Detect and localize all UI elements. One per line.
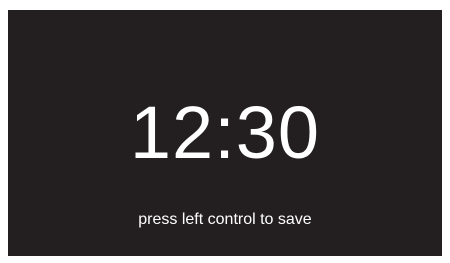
clock-time: 12:30 xyxy=(129,91,321,174)
save-hint: press left control to save xyxy=(138,211,312,228)
display-screen: 12:30 press left control to save xyxy=(8,10,442,256)
